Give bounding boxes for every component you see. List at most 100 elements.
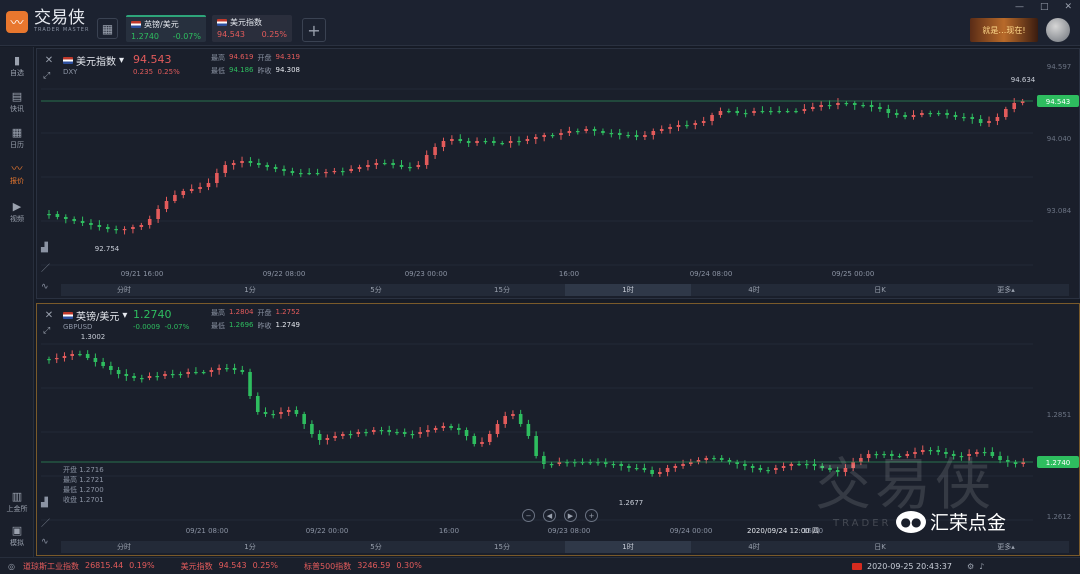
sidebar-item-watchlist[interactable]: ▮ 自选 [0,55,34,78]
tf-1m[interactable]: 1分 [187,284,313,296]
current-price: 94.543 [133,53,172,66]
candle-body [719,458,724,460]
draw-line-icon[interactable]: ／ [41,261,50,274]
candle-body [315,173,320,175]
tf-4h[interactable]: 4时 [691,541,817,553]
sidebar-item-exchange[interactable]: ▥ 上金所 [0,491,34,514]
candle-body [257,163,261,165]
candle-body [559,133,563,135]
candle-body [324,172,328,174]
candle-body [475,141,479,143]
candle-body [673,466,678,468]
tf-tick[interactable]: 分时 [61,284,187,296]
candle-body [549,464,554,466]
ticker-dji[interactable]: 道琼斯工业指数 26815.44 0.19% [23,561,155,572]
tf-15m[interactable]: 15分 [439,541,565,553]
expand-icon[interactable]: ⤢ [43,326,50,336]
candle-body [601,131,605,133]
add-tab-button[interactable]: + [302,18,326,42]
candle-body [124,374,129,376]
tf-1m[interactable]: 1分 [187,541,313,553]
wave-icon[interactable]: ∿ [41,282,50,292]
sidebar-item-quotes[interactable]: 〰报价 [0,163,34,186]
x-tick-label: 16:00 [559,270,579,278]
headset-icon[interactable]: ◎ [8,562,15,571]
ticker-spx[interactable]: 标普500指数 3246.59 0.30% [304,561,422,572]
change-abs: -0.0009 [133,323,161,331]
tf-15m[interactable]: 15分 [439,284,565,296]
close-icon[interactable]: ✕ [43,310,55,322]
tf-more[interactable]: 更多▴ [943,541,1069,553]
wave-icon[interactable]: ∿ [41,537,50,547]
indicator-icon[interactable]: ▟ [41,243,50,253]
candle-body [198,187,202,189]
uk-flag-icon [131,21,141,28]
chevron-down-icon[interactable]: ▾ [119,55,124,66]
candle-body [844,103,849,105]
rewind-icon[interactable]: ◀ [543,509,556,522]
candle-body [936,113,941,115]
tf-1h[interactable]: 1时 [565,284,691,296]
candle-body [685,125,689,127]
candle-body [271,414,276,416]
tf-daily[interactable]: 日K [817,284,943,296]
candle-body [416,165,421,167]
dxy-candlestick-chart[interactable]: 94.543 94.597 94.040 93.084 09/21 16:00 09/22… [37,49,1080,300]
zoom-in-icon[interactable]: + [585,509,598,522]
ohlc-box-line: 最高 1.2721 [63,475,104,484]
candle-body [116,370,121,374]
avatar[interactable] [1046,18,1070,42]
x-tick-label: 09/24 08:00 [690,270,733,278]
sidebar-item-simulate[interactable]: ▣ 模拟 [0,525,34,548]
close-window-button[interactable]: ✕ [1064,2,1072,12]
close-icon[interactable]: ✕ [43,55,55,67]
settings-icon[interactable]: ⚙ [967,562,974,571]
chart-tools: ▟ ／ ∿ [41,498,50,547]
app-subtitle: TRADER MASTER [34,27,90,33]
candle-body [575,131,580,133]
max-price-label: 1.3002 [81,333,106,341]
tf-daily[interactable]: 日K [817,541,943,553]
candle-body [418,432,422,434]
candle-body [173,195,177,201]
ohlc-summary: 最高 1.2804 开盘 1.2752 最低 1.2696 昨收 1.2749 [211,308,300,330]
candle-body [869,105,874,107]
tf-4h[interactable]: 4时 [691,284,817,296]
draw-line-icon[interactable]: ／ [41,516,50,529]
candle-body [147,219,152,225]
notification-icon[interactable]: ♪ [979,562,984,571]
sidebar-item-news[interactable]: ▤ 快讯 [0,91,34,114]
sidebar-item-calendar[interactable]: ▦ 日历 [0,127,34,150]
tab-gbpusd[interactable]: 英镑/美元 1.2740 -0.07% [126,15,206,42]
sidebar-item-video[interactable]: ▶ 视频 [0,201,34,224]
ticker-dxy[interactable]: 美元指数 94.543 0.25% [181,561,278,572]
candle-body [85,354,90,358]
candle-body [852,103,857,105]
forward-icon[interactable]: ▶ [564,509,577,522]
promo-banner[interactable]: 就是…现在! [970,18,1038,42]
candle-body [626,135,630,137]
zoom-out-icon[interactable]: − [522,509,535,522]
candle-body [426,430,430,432]
layout-grid-button[interactable]: ▦ [97,18,118,39]
chevron-down-icon[interactable]: ▾ [122,310,127,321]
tf-tick[interactable]: 分时 [61,541,187,553]
tab-dxy[interactable]: 美元指数 94.543 0.25% [212,15,292,42]
minimize-button[interactable]: — [1015,2,1024,12]
candle-body [63,217,68,219]
tf-1h[interactable]: 1时 [565,541,691,553]
maximize-button[interactable]: □ [1040,2,1049,12]
tf-more[interactable]: 更多▴ [943,284,1069,296]
candle-body [255,396,260,412]
last-price-label: 94.543 [1046,98,1071,106]
us-flag-icon [63,57,73,64]
candle-body [279,412,283,414]
simulate-icon: ▣ [11,524,23,537]
y-tick-label: 94.597 [1047,63,1072,71]
expand-icon[interactable]: ⤢ [43,71,50,81]
tf-5m[interactable]: 5分 [313,284,439,296]
tf-5m[interactable]: 5分 [313,541,439,553]
candle-body [500,143,505,145]
exchange-icon: ▥ [11,490,23,503]
indicator-icon[interactable]: ▟ [41,498,50,508]
